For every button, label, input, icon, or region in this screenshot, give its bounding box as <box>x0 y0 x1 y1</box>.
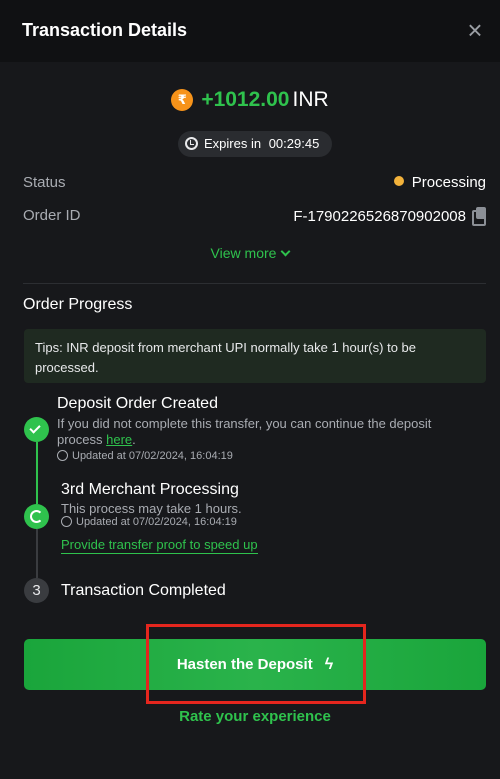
expiry-time: 00:29:45 <box>268 136 320 151</box>
chevron-down-icon <box>280 246 291 257</box>
order-progress-title: Order Progress <box>23 296 133 313</box>
step-1-title: Deposit Order Created <box>57 395 218 412</box>
provide-proof-link[interactable]: Provide transfer proof to speed up <box>61 537 258 554</box>
copy-icon[interactable] <box>472 207 486 226</box>
clock-icon <box>57 450 68 461</box>
modal-title: Transaction Details <box>22 20 188 40</box>
hasten-deposit-label: Hasten the Deposit <box>176 656 313 673</box>
order-id-wrap: F-1790226526870902008 <box>293 207 486 226</box>
step-complete-icon <box>24 417 49 442</box>
step-2-time: Updated at 07/02/2024, 16:04:19 <box>61 516 237 528</box>
amount-row: ₹ +1012.00 INR <box>0 88 500 118</box>
amount-currency: INR <box>292 88 329 111</box>
step-2-desc: This process may take 1 hours. <box>61 501 242 516</box>
status-label: Status <box>23 174 66 191</box>
status-dot <box>393 176 404 186</box>
hasten-deposit-button[interactable]: Hasten the Deposit ϟ <box>24 639 486 690</box>
transaction-details-modal: Transaction Details × ₹ +1012.00 INR Expir… <box>0 0 500 779</box>
here-link[interactable]: here <box>106 432 132 447</box>
rate-experience-link[interactable]: Rate your experience <box>0 708 500 725</box>
status-value: Processing <box>411 174 486 191</box>
step-3-number: 3 <box>24 578 49 603</box>
timeline-connector <box>36 442 38 504</box>
expiry-badge: Expires in 00:29:45 <box>178 131 332 157</box>
step-1-desc-suffix: . <box>132 432 136 447</box>
view-more-link[interactable]: View more <box>0 245 500 261</box>
status-value-wrap: Processing <box>393 174 486 191</box>
clock-icon <box>185 137 198 150</box>
rupee-coin-icon: ₹ <box>171 89 194 111</box>
bolt-icon: ϟ <box>324 656 334 673</box>
close-icon[interactable]: × <box>464 17 486 43</box>
step-2-title: 3rd Merchant Processing <box>61 481 239 498</box>
step-1-time-text: Updated at 07/02/2024, 16:04:19 <box>72 450 233 462</box>
timeline-connector-pending <box>36 529 38 578</box>
modal-header: Transaction Details × <box>0 0 500 62</box>
clock-icon <box>61 516 72 527</box>
order-id-label: Order ID <box>23 207 81 224</box>
tips-box: Tips: INR deposit from merchant UPI norm… <box>24 329 486 383</box>
step-1-time: Updated at 07/02/2024, 16:04:19 <box>57 450 233 462</box>
amount-value: +1012.00 <box>201 88 290 111</box>
expiry-label: Expires in <box>204 136 262 151</box>
step-processing-icon <box>24 504 49 529</box>
step-3-title: Transaction Completed <box>61 582 226 599</box>
step-1-desc: If you did not complete this transfer, y… <box>57 416 477 448</box>
step-2-time-text: Updated at 07/02/2024, 16:04:19 <box>76 516 237 528</box>
order-id-value: F-1790226526870902008 <box>293 208 466 225</box>
divider <box>23 283 486 284</box>
view-more-label: View more <box>210 245 277 261</box>
